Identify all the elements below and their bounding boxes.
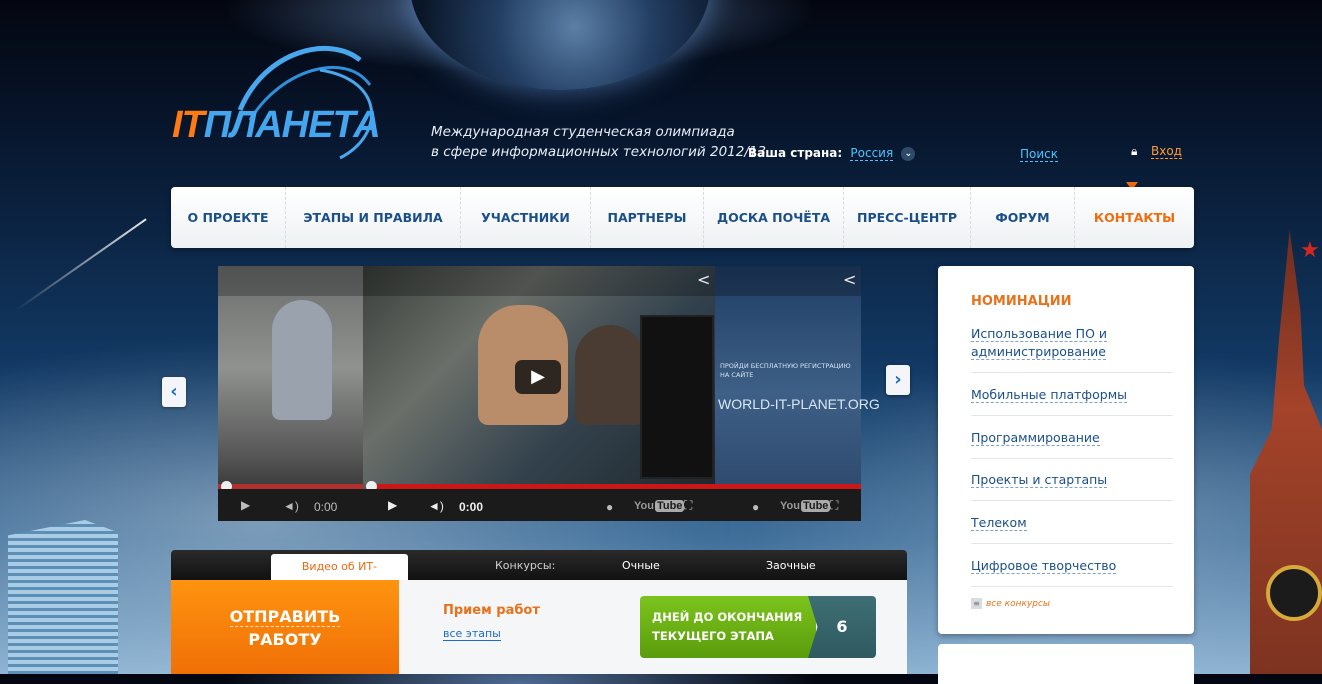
- youtube-logo[interactable]: You Tube: [634, 500, 685, 512]
- video-left-presenter: [272, 300, 332, 420]
- video-time-main: 0:00: [459, 500, 484, 514]
- nav-item-stages[interactable]: ЭТАПЫ И ПРАВИЛА: [286, 187, 461, 248]
- play-icon[interactable]: ▶: [388, 498, 397, 512]
- nav-item-participants[interactable]: УЧАСТНИКИ: [461, 187, 591, 248]
- send-work-line-1: ОТПРАВИТЬ: [229, 607, 341, 627]
- red-star-icon: ★: [1300, 238, 1320, 263]
- country-value-link[interactable]: Россия: [850, 146, 894, 161]
- carousel-next-button[interactable]: ›: [886, 365, 910, 395]
- clock-illustration: [1266, 565, 1322, 621]
- volume-icon[interactable]: ◄): [283, 499, 299, 513]
- divider: [971, 500, 1173, 501]
- fullscreen-icon[interactable]: ⛶: [830, 498, 838, 513]
- nav-item-forum[interactable]: ФОРУМ: [971, 187, 1075, 248]
- lock-icon: 🔒︎: [1131, 144, 1138, 158]
- nomination-item[interactable]: Мобильные платформы: [971, 386, 1173, 404]
- tagline-line-2: в сфере информационных технологий 2012/1…: [431, 144, 767, 160]
- login-link[interactable]: 🔒︎ Вход: [1131, 144, 1182, 159]
- nominations-title: НОМИНАЦИИ: [971, 294, 1072, 309]
- nav-item-honor-board[interactable]: ДОСКА ПОЧЁТА: [704, 187, 844, 248]
- days-remaining-label: ДНЕЙ ДО ОКОНЧАНИЯ ТЕКУЩЕГО ЭТАПА: [640, 596, 816, 658]
- carousel-prev-button[interactable]: ‹: [162, 377, 186, 407]
- days-remaining-value: 6: [808, 596, 876, 658]
- video-overlay-text: ПРОЙДИ БЕСПЛАТНУЮ РЕГИСТРАЦИЮ НА САЙТЕ: [720, 362, 851, 379]
- nomination-item[interactable]: Программирование: [971, 429, 1173, 447]
- video-top-bar: [218, 266, 861, 296]
- play-icon[interactable]: ▶: [241, 498, 250, 512]
- send-work-line-2: РАБОТУ: [248, 630, 322, 649]
- volume-icon[interactable]: ◄): [428, 499, 444, 513]
- nomination-item[interactable]: Проекты и стартапы: [971, 471, 1173, 489]
- share-icon[interactable]: <: [843, 270, 856, 289]
- skyscraper-illustration: [8, 520, 118, 674]
- login-label: Вход: [1151, 144, 1182, 159]
- video-overlay-url: WORLD-IT-PLANET.ORG: [718, 396, 880, 412]
- nav-item-contacts[interactable]: КОНТАКТЫ: [1075, 187, 1194, 248]
- video-main-person: [575, 325, 645, 425]
- logo-planet-text: ПЛАНЕТА: [203, 104, 381, 146]
- youtube-logo[interactable]: You Tube: [780, 500, 831, 512]
- days-label-line-2: ТЕКУЩЕГО ЭТАПА: [652, 629, 774, 643]
- airplane-trail: [14, 218, 147, 312]
- divider: [971, 458, 1173, 459]
- divider: [971, 586, 1173, 587]
- search-link[interactable]: Поиск: [1020, 147, 1059, 162]
- logo-it-text: IT: [172, 104, 205, 146]
- sidebar-panel-secondary: [938, 644, 1194, 684]
- nav-item-press-center[interactable]: ПРЕСС-ЦЕНТР: [844, 187, 971, 248]
- nominations-panel: [938, 266, 1194, 634]
- video-main-monitor: [640, 315, 714, 479]
- divider: [971, 415, 1173, 416]
- tagline-line-1: Международная студенческая олимпиада: [431, 124, 735, 140]
- nav-item-about[interactable]: О ПРОЕКТЕ: [171, 187, 286, 248]
- nav-item-partners[interactable]: ПАРТНЕРЫ: [591, 187, 704, 248]
- site-tagline: Международная студенческая олимпиада в с…: [431, 122, 766, 162]
- share-icon[interactable]: <: [697, 270, 710, 289]
- tab-in-person[interactable]: Очные: [622, 559, 660, 572]
- tab-video-about[interactable]: Видео об ИТ-Олимпиаде: [271, 554, 408, 599]
- clock-icon[interactable]: ●: [752, 500, 759, 514]
- country-label: Ваша страна:: [748, 146, 843, 160]
- nomination-item[interactable]: Цифровое творчество: [971, 557, 1173, 575]
- clock-icon[interactable]: ●: [606, 500, 613, 514]
- all-stages-link[interactable]: все этапы: [443, 627, 501, 641]
- days-label-line-1: ДНЕЙ ДО ОКОНЧАНИЯ: [652, 610, 803, 624]
- contests-label: Конкурсы:: [495, 559, 556, 572]
- list-icon: ≡: [971, 598, 982, 609]
- video-time-left: 0:00: [314, 500, 338, 514]
- tab-remote[interactable]: Заочные: [766, 559, 816, 572]
- divider: [971, 372, 1173, 373]
- send-work-label[interactable]: ОТПРАВИТЬ РАБОТУ: [171, 605, 399, 651]
- divider: [971, 543, 1173, 544]
- fullscreen-icon[interactable]: ⛶: [684, 498, 692, 513]
- main-nav: О ПРОЕКТЕ ЭТАПЫ И ПРАВИЛА УЧАСТНИКИ ПАРТ…: [171, 187, 1194, 248]
- nomination-item[interactable]: Использование ПО и администрирование: [971, 325, 1173, 361]
- video-thumb-right[interactable]: [715, 266, 861, 521]
- chevron-down-icon[interactable]: ⌄: [901, 146, 916, 161]
- stage-title: Прием работ: [443, 603, 540, 618]
- site-logo[interactable]: ITПЛАНЕТА: [172, 104, 381, 147]
- play-button[interactable]: ▶: [515, 360, 561, 394]
- nomination-item[interactable]: Телеком: [971, 514, 1173, 532]
- planet-illustration: [410, 0, 710, 90]
- country-selector: Ваша страна: Россия ⌄: [748, 146, 916, 161]
- all-contests-link[interactable]: ≡ все конкурсы: [971, 598, 1050, 609]
